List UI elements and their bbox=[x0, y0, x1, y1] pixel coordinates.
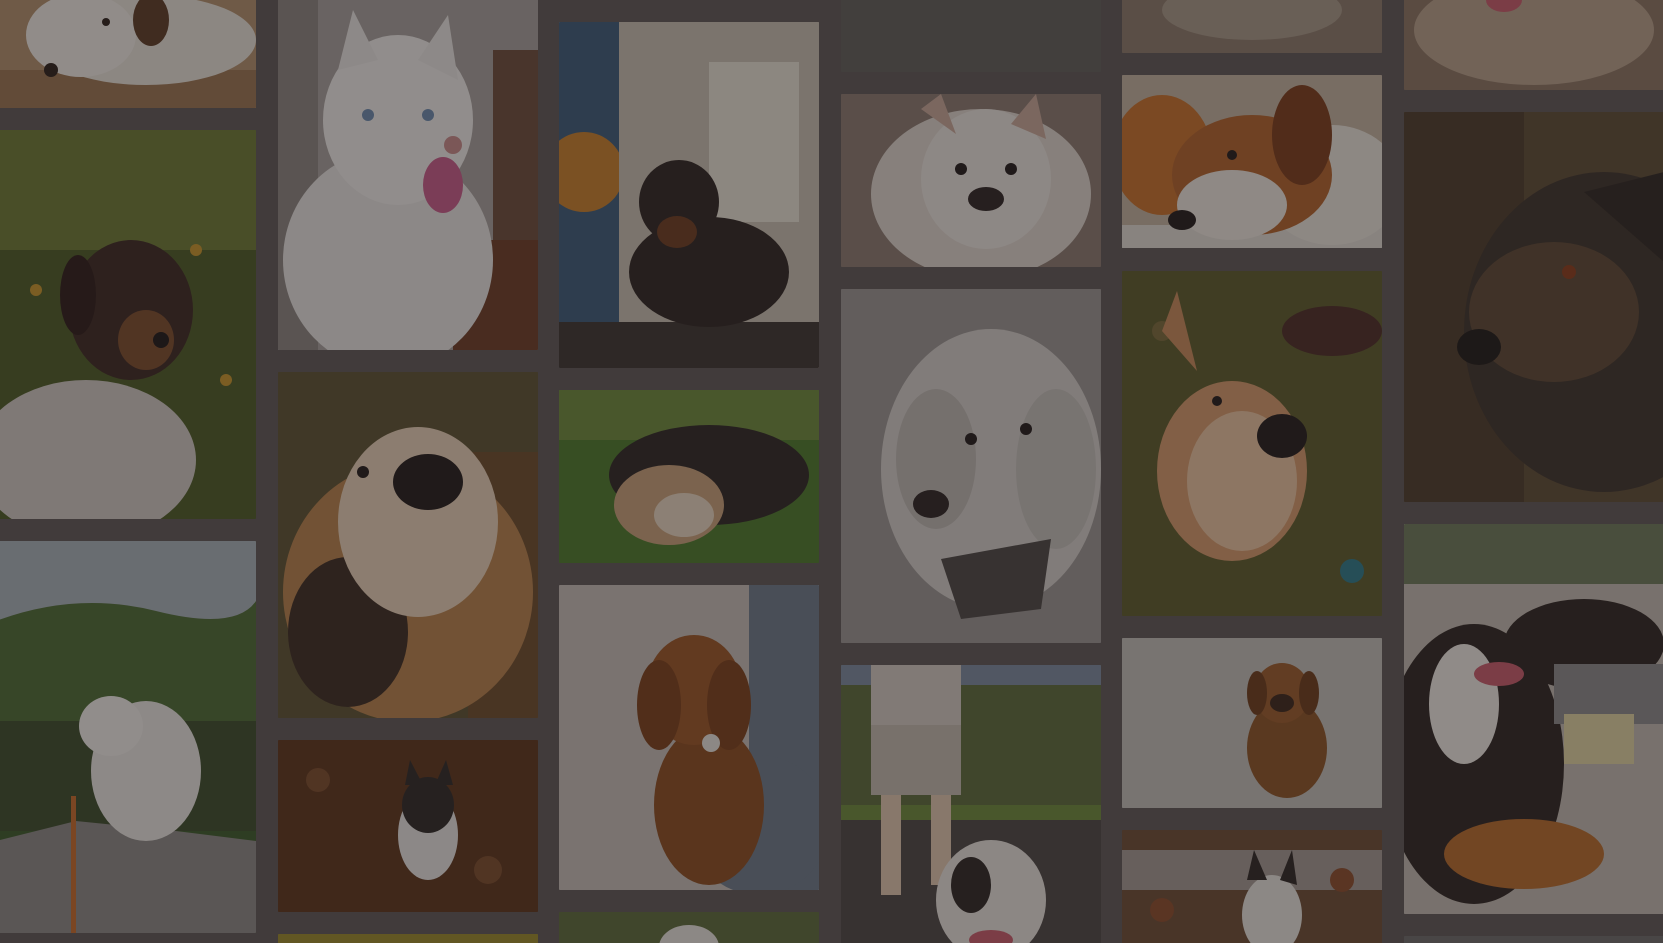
grey-terrier-photo bbox=[841, 289, 1101, 643]
corgi-petting-photo bbox=[1122, 271, 1382, 616]
yellow-strip-photo bbox=[278, 934, 538, 943]
column-5 bbox=[1122, 0, 1382, 943]
bottom-strip-photo bbox=[1404, 936, 1663, 943]
column-6 bbox=[1404, 0, 1663, 943]
dog-leaves-puddle-photo bbox=[1122, 830, 1382, 943]
column-3 bbox=[559, 0, 819, 943]
asphalt-photo bbox=[841, 0, 1101, 72]
green-strip-photo bbox=[559, 912, 819, 943]
beagle-lying-photo bbox=[1122, 75, 1382, 248]
puppy-lying-photo bbox=[0, 0, 256, 108]
fluffy-dog-photo bbox=[1404, 0, 1663, 90]
spaniel-puppy-held-photo bbox=[559, 585, 819, 890]
border-collie-leaves-photo bbox=[278, 740, 538, 912]
column-4 bbox=[841, 0, 1101, 943]
tricolor-dog-grass-photo bbox=[0, 130, 256, 519]
dog-photo-wall bbox=[0, 0, 1663, 943]
column-2 bbox=[278, 0, 538, 943]
sleeping-dog-grass-photo bbox=[559, 390, 819, 563]
brown-puppy-carpet-photo bbox=[1122, 638, 1382, 808]
scruffy-dog-profile-photo bbox=[1404, 112, 1663, 502]
bulldog-walk-photo bbox=[841, 665, 1101, 943]
white-dog-mountain-photo bbox=[0, 541, 256, 933]
corgi-closeup-photo bbox=[278, 372, 538, 718]
black-dog-porch-photo bbox=[559, 22, 819, 368]
column-1 bbox=[0, 0, 256, 943]
white-husky-photo bbox=[278, 0, 538, 350]
dog-fur-photo bbox=[1122, 0, 1382, 53]
bernese-laptop-photo bbox=[1404, 524, 1663, 914]
french-bulldog-photo bbox=[841, 94, 1101, 267]
